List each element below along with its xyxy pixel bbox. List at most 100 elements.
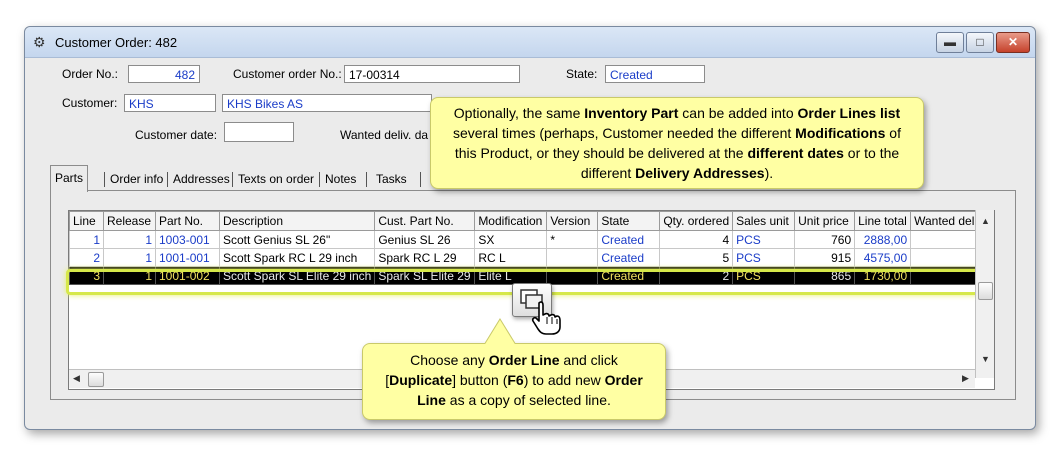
callout-bold-text: Duplicate [389,372,453,388]
cell-cust-part-no[interactable]: Spark RC L 29 [374,248,476,267]
state-field[interactable]: Created [605,65,705,83]
col-header[interactable]: Unit price [794,211,856,231]
cell-unit-price[interactable]: 760 [794,230,856,249]
cell-release[interactable]: 1 [103,248,156,267]
cell-unit-price[interactable]: 865 [794,266,856,285]
scroll-right-icon[interactable]: ▶ [962,373,969,384]
cell-line-total[interactable]: 4575,00 [854,248,912,267]
minimize-button[interactable]: ▬ [936,32,964,53]
col-header[interactable]: Part No. [155,211,220,231]
state-label: State: [566,67,598,81]
tab-separator [232,172,233,187]
cell-sales-unit[interactable]: PCS [732,248,796,267]
cell-modification[interactable]: RC L [474,248,548,267]
cell-sales-unit[interactable]: PCS [732,266,796,285]
callout-bold-text: Modifications [795,125,886,141]
cell-modification[interactable]: SX [474,230,548,249]
cell-description[interactable]: Scott Spark RC L 29 inch [218,248,376,267]
cell-state[interactable]: Created [597,248,661,267]
col-header[interactable]: Sales unit [732,211,796,231]
col-header[interactable]: Release [103,211,156,231]
cell-cust-part-no[interactable]: Genius SL 26 [374,230,476,249]
cell-part-no[interactable]: 1003-001 [155,230,220,249]
cell-cust-part-no[interactable]: Spark SL Elite 29 [374,266,476,285]
table-row[interactable]: 2 1 1001-001 Scott Spark RC L 29 inch Sp… [69,248,990,267]
cell-version[interactable] [546,266,599,285]
vertical-scroll-thumb[interactable] [978,282,993,300]
customer-name-field[interactable]: KHS Bikes AS [222,94,432,112]
tab-texts-on-order[interactable]: Texts on order [234,168,318,190]
cell-description[interactable]: Scott Genius SL 26" [218,230,376,249]
cell-release[interactable]: 1 [103,266,156,285]
customer-order-no-field[interactable]: 17-00314 [344,65,520,83]
col-header[interactable]: Description [218,211,376,231]
cell-version[interactable] [546,248,599,267]
cell-line-total[interactable]: 1730,00 [854,266,912,285]
cell-part-no[interactable]: 1001-001 [155,248,220,267]
customer-order-no-label: Customer order No.: [233,67,342,81]
callout-text: ) to add new [523,372,605,388]
cell-modification[interactable]: Elite L [474,266,548,285]
order-no-label: Order No.: [62,67,119,81]
tab-tasks[interactable]: Tasks [372,168,411,190]
table-row[interactable]: 1 1 1003-001 Scott Genius SL 26" Genius … [69,230,990,249]
order-no-field[interactable]: 482 [128,65,200,83]
title-bar[interactable]: ⚙ Customer Order: 482 ▬ □ ✕ [25,27,1035,58]
col-header[interactable]: Cust. Part No. [374,211,476,231]
cell-version[interactable]: * [546,230,599,249]
callout-text: several times (perhaps, Customer needed … [453,125,796,141]
tab-separator [319,172,320,187]
cell-unit-price[interactable]: 915 [794,248,856,267]
callout-text: ] button ( [452,372,508,388]
tab-separator [167,172,168,187]
cell-qty[interactable]: 5 [659,248,734,267]
customer-date-label: Customer date: [135,128,218,142]
horizontal-scroll-thumb[interactable] [88,372,104,387]
customer-label: Customer: [62,96,118,110]
callout-text: can be added into [678,105,798,121]
callout-text: ). [764,165,774,181]
cell-description[interactable]: Scott Spark SL Elite 29 inch [218,266,376,285]
col-header[interactable]: Qty. ordered [659,211,734,231]
col-header[interactable]: Line [69,211,104,231]
cell-line[interactable]: 3 [69,266,104,285]
tab-separator [366,172,367,187]
col-header[interactable]: Modification [474,211,548,231]
cell-release[interactable]: 1 [103,230,156,249]
vertical-scrollbar[interactable]: ▲ ▼ [975,210,994,378]
tab-notes[interactable]: Notes [321,168,360,190]
cell-qty[interactable]: 2 [659,266,734,285]
close-button[interactable]: ✕ [996,32,1030,53]
cell-line-total[interactable]: 2888,00 [854,230,912,249]
scroll-left-icon[interactable]: ◀ [73,373,80,384]
cell-line[interactable]: 1 [69,230,104,249]
bottom-callout: Choose any Order Line and click [Duplica… [362,343,666,420]
tab-addresses[interactable]: Addresses [169,168,234,190]
grid-header-row: Line Release Part No. Description Cust. … [69,211,990,231]
tab-order-info[interactable]: Order info [106,168,167,190]
cell-part-no[interactable]: 1001-002 [155,266,220,285]
table-row-selected[interactable]: 3 1 1001-002 Scott Spark SL Elite 29 inc… [69,266,990,285]
callout-pointer [482,318,518,346]
cell-sales-unit[interactable]: PCS [732,230,796,249]
scroll-down-icon[interactable]: ▼ [981,354,990,364]
cell-line[interactable]: 2 [69,248,104,267]
cell-state[interactable]: Created [597,266,661,285]
col-header[interactable]: Line total [854,211,912,231]
cell-state[interactable]: Created [597,230,661,249]
cell-qty[interactable]: 4 [659,230,734,249]
col-header[interactable]: Version [546,211,599,231]
wanted-delivery-label: Wanted deliv. da [340,128,429,142]
customer-date-field[interactable] [224,122,294,142]
callout-bold-text: Order Lines list [797,105,901,121]
callout-bold-text: Inventory Part [584,105,679,121]
order-lines-table: Line Release Part No. Description Cust. … [69,211,990,285]
tab-separator [104,172,105,187]
scroll-up-icon[interactable]: ▲ [981,216,990,226]
col-header[interactable]: State [597,211,661,231]
customer-code-field[interactable]: KHS [124,94,216,112]
tab-separator [420,172,421,187]
maximize-button[interactable]: □ [966,32,994,53]
tab-parts[interactable]: Parts [50,165,89,192]
window-title: Customer Order: 482 [55,35,178,50]
